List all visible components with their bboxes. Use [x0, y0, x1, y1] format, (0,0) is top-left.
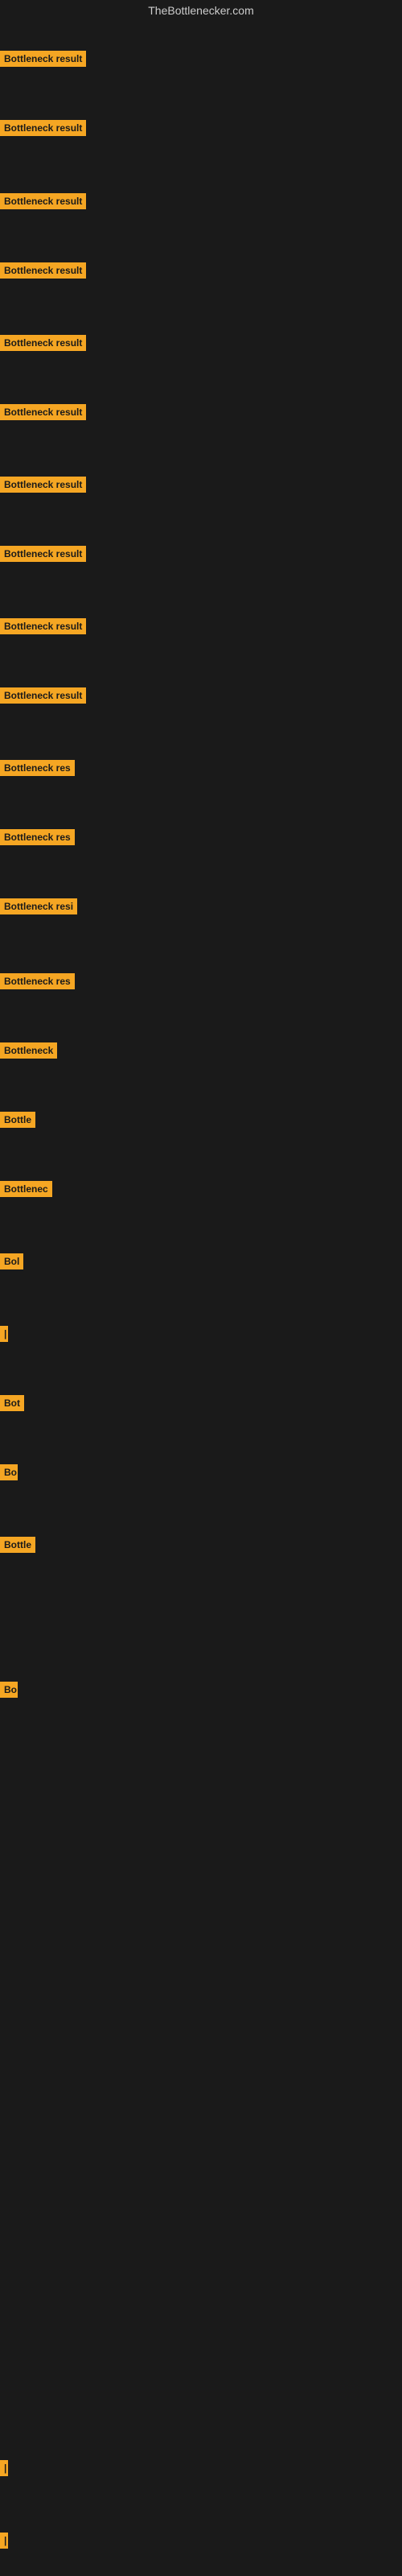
- bottleneck-badge-19: |: [0, 1326, 8, 1342]
- bottleneck-badge-8: Bottleneck result: [0, 546, 86, 562]
- bottleneck-badge-18: Bol: [0, 1253, 23, 1269]
- bottleneck-badge-13: Bottleneck resi: [0, 898, 77, 914]
- bottleneck-badge-20: Bot: [0, 1395, 24, 1411]
- bottleneck-badge-29: |: [0, 2533, 8, 2549]
- bottleneck-badge-11: Bottleneck res: [0, 760, 75, 776]
- site-title: TheBottlenecker.com: [148, 4, 254, 17]
- bottleneck-badge-15: Bottleneck: [0, 1042, 57, 1059]
- bottleneck-badge-4: Bottleneck result: [0, 262, 86, 279]
- bottleneck-badge-5: Bottleneck result: [0, 335, 86, 351]
- bottleneck-badge-3: Bottleneck result: [0, 193, 86, 209]
- bottleneck-badge-22: Bottle: [0, 1537, 35, 1553]
- bottleneck-badge-6: Bottleneck result: [0, 404, 86, 420]
- bottleneck-badge-2: Bottleneck result: [0, 120, 86, 136]
- bottleneck-badge-28: |: [0, 2460, 8, 2476]
- bottleneck-badge-14: Bottleneck res: [0, 973, 75, 989]
- bottleneck-badge-10: Bottleneck result: [0, 687, 86, 704]
- bottleneck-badge-7: Bottleneck result: [0, 477, 86, 493]
- bottleneck-badge-1: Bottleneck result: [0, 51, 86, 67]
- bottleneck-badge-9: Bottleneck result: [0, 618, 86, 634]
- badges-container: Bottleneck result Bottleneck result Bottle…: [0, 23, 402, 2558]
- bottleneck-badge-12: Bottleneck res: [0, 829, 75, 845]
- bottleneck-badge-24: Bo: [0, 1682, 18, 1698]
- bottleneck-badge-17: Bottlenec: [0, 1181, 52, 1197]
- bottleneck-badge-21: Bo: [0, 1464, 18, 1480]
- bottleneck-badge-16: Bottle: [0, 1112, 35, 1128]
- site-title-bar: TheBottlenecker.com: [0, 0, 402, 23]
